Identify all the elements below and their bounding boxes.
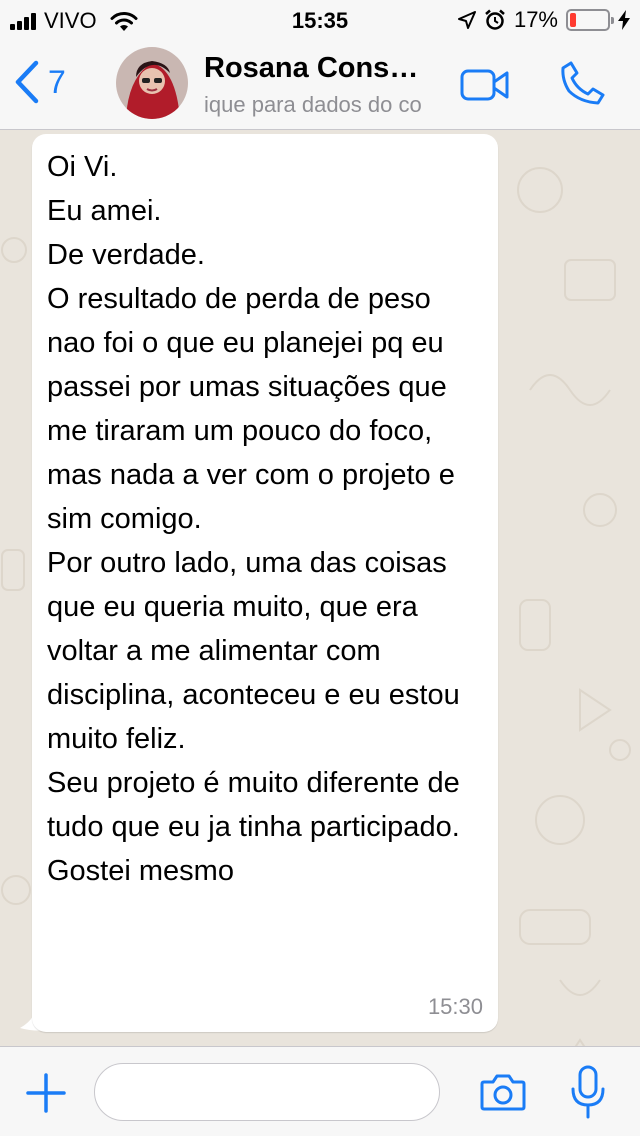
- voice-message-button[interactable]: [570, 1065, 606, 1124]
- avatar[interactable]: [116, 47, 188, 119]
- message-text: Oi Vi. Eu amei. De verdade. O resultado …: [47, 151, 460, 887]
- message-timestamp: 15:30: [427, 994, 483, 1019]
- phone-call-icon: [561, 61, 605, 105]
- unread-count: 7: [48, 63, 66, 100]
- chat-header: 7 Rosana Cons… ique para dados do co: [0, 40, 640, 130]
- video-call-icon: [460, 69, 509, 101]
- message-input[interactable]: [94, 1063, 440, 1121]
- microphone-icon: [571, 1065, 605, 1119]
- battery-level: [570, 13, 577, 27]
- voice-call-button[interactable]: [560, 60, 606, 111]
- chat-area[interactable]: Oi Vi. Eu amei. De verdade. O resultado …: [0, 130, 640, 1046]
- video-call-button[interactable]: [460, 68, 510, 107]
- chevron-left-icon: [15, 60, 39, 104]
- battery-percent: 17%: [513, 7, 558, 32]
- battery-icon: [566, 9, 614, 31]
- back-button[interactable]: 7: [14, 60, 66, 104]
- alarm-icon: [485, 9, 505, 30]
- status-bar: VIVO 15:35 17%: [0, 0, 640, 40]
- location-icon: [457, 11, 476, 29]
- status-bar-right: 17%: [457, 7, 630, 33]
- camera-button[interactable]: [480, 1073, 526, 1116]
- input-bar: [0, 1046, 640, 1136]
- camera-icon: [480, 1074, 526, 1111]
- contact-subtitle[interactable]: ique para dados do co: [204, 92, 444, 118]
- contact-name[interactable]: Rosana Cons…: [204, 52, 444, 85]
- plus-icon: [26, 1073, 66, 1113]
- incoming-message-bubble[interactable]: Oi Vi. Eu amei. De verdade. O resultado …: [32, 134, 498, 1032]
- attach-button[interactable]: [26, 1073, 66, 1118]
- charging-icon: [618, 10, 630, 30]
